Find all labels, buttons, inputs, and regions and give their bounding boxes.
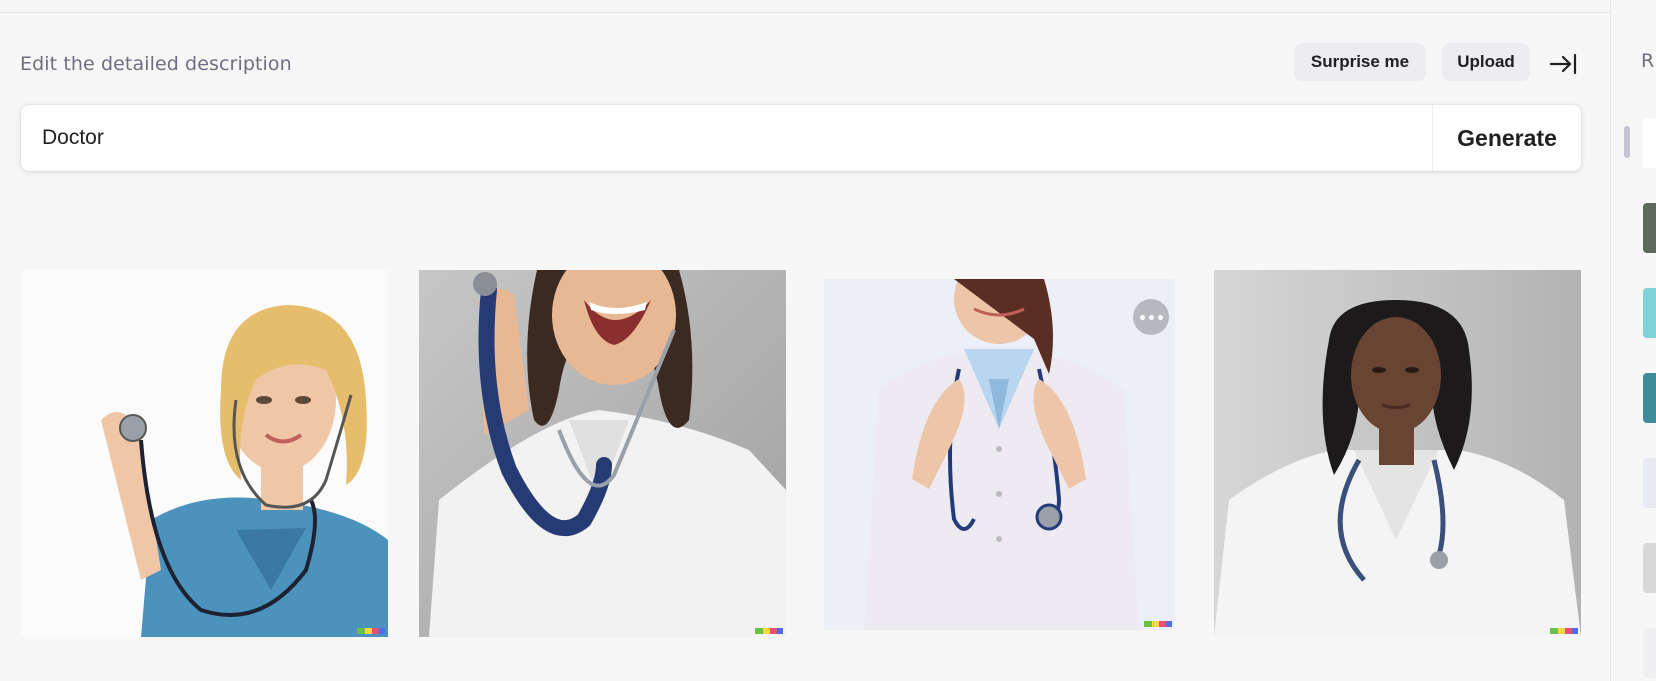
doctor-scrubs-image xyxy=(21,270,388,637)
result-image-3[interactable] xyxy=(824,279,1175,630)
history-thumbnail[interactable] xyxy=(1643,458,1656,508)
history-thumbnail[interactable] xyxy=(1643,373,1656,423)
prompt-bar: Generate xyxy=(21,105,1581,171)
top-border xyxy=(0,0,1610,13)
result-image-4[interactable] xyxy=(1214,270,1581,637)
history-scrollbar[interactable] xyxy=(1624,126,1630,158)
history-thumbnail[interactable] xyxy=(1643,203,1656,253)
upload-button[interactable]: Upload xyxy=(1442,43,1530,81)
more-options-icon[interactable] xyxy=(1133,299,1169,335)
result-image-1[interactable] xyxy=(21,270,388,637)
doctor-portrait-image xyxy=(1214,270,1581,637)
history-thumbnail[interactable] xyxy=(1643,628,1656,678)
generate-button[interactable]: Generate xyxy=(1433,105,1581,171)
page-title: Edit the detailed description xyxy=(20,53,292,75)
history-thumbnail[interactable] xyxy=(1643,118,1656,168)
history-thumbnail[interactable] xyxy=(1643,288,1656,338)
surprise-me-button[interactable]: Surprise me xyxy=(1294,43,1426,81)
history-label: R xyxy=(1641,50,1655,72)
collapse-sidebar-icon[interactable] xyxy=(1548,49,1578,79)
history-sidebar: R xyxy=(1610,0,1656,681)
doctor-coat-image xyxy=(824,279,1175,630)
doctor-laughing-image xyxy=(419,270,786,637)
history-thumbnail[interactable] xyxy=(1643,543,1656,593)
result-image-2[interactable] xyxy=(419,270,786,637)
main-panel: Edit the detailed description Surprise m… xyxy=(0,13,1610,681)
prompt-input[interactable] xyxy=(21,105,1432,171)
header-row: Edit the detailed description xyxy=(20,45,1500,81)
